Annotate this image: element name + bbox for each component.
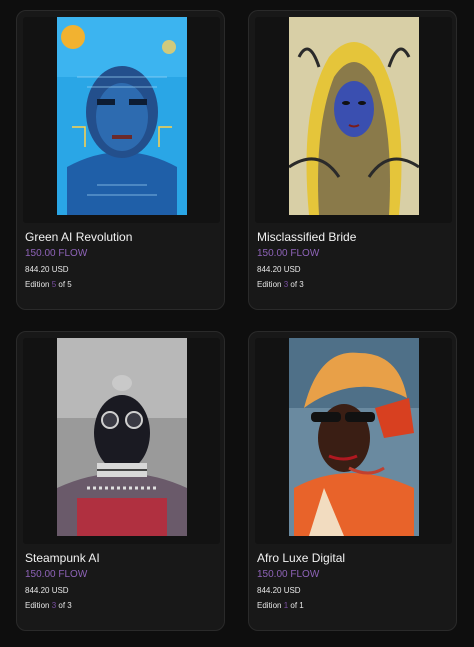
edition-total: of 1 bbox=[290, 601, 304, 610]
artwork-frame[interactable] bbox=[23, 17, 220, 223]
artwork-image bbox=[289, 338, 419, 536]
edition-total: of 3 bbox=[58, 601, 72, 610]
nft-price-flow: 150.00 FLOW bbox=[257, 248, 320, 259]
edition-number: 5 bbox=[51, 280, 57, 289]
edition-number: 1 bbox=[283, 601, 289, 610]
nft-price-flow: 150.00 FLOW bbox=[257, 569, 320, 580]
nft-card[interactable]: Steampunk AI 150.00 FLOW 844.20 USD Edit… bbox=[16, 331, 225, 631]
nft-title[interactable]: Green AI Revolution bbox=[25, 230, 132, 244]
artwork-frame[interactable] bbox=[255, 338, 452, 544]
nft-price-usd: 844.20 USD bbox=[25, 586, 69, 595]
nft-edition: Edition 5 of 5 bbox=[25, 280, 72, 289]
artwork-frame[interactable] bbox=[23, 338, 220, 544]
artwork-image bbox=[289, 17, 419, 215]
artwork-image bbox=[57, 17, 187, 215]
nft-edition: Edition 1 of 1 bbox=[257, 601, 304, 610]
nft-card[interactable]: Afro Luxe Digital 150.00 FLOW 844.20 USD… bbox=[248, 331, 457, 631]
edition-label: Edition bbox=[25, 280, 50, 289]
nft-card[interactable]: Green AI Revolution 150.00 FLOW 844.20 U… bbox=[16, 10, 225, 310]
edition-total: of 5 bbox=[58, 280, 72, 289]
nft-title[interactable]: Afro Luxe Digital bbox=[257, 551, 345, 565]
edition-label: Edition bbox=[25, 601, 50, 610]
nft-price-usd: 844.20 USD bbox=[257, 265, 301, 274]
nft-card[interactable]: Misclassified Bride 150.00 FLOW 844.20 U… bbox=[248, 10, 457, 310]
nft-price-flow: 150.00 FLOW bbox=[25, 248, 88, 259]
nft-title[interactable]: Steampunk AI bbox=[25, 551, 100, 565]
nft-price-usd: 844.20 USD bbox=[257, 586, 301, 595]
edition-number: 3 bbox=[283, 280, 289, 289]
nft-price-usd: 844.20 USD bbox=[25, 265, 69, 274]
edition-label: Edition bbox=[257, 280, 282, 289]
edition-total: of 3 bbox=[290, 280, 304, 289]
nft-title[interactable]: Misclassified Bride bbox=[257, 230, 356, 244]
nft-price-flow: 150.00 FLOW bbox=[25, 569, 88, 580]
artwork-frame[interactable] bbox=[255, 17, 452, 223]
edition-label: Edition bbox=[257, 601, 282, 610]
nft-edition: Edition 3 of 3 bbox=[25, 601, 72, 610]
edition-number: 3 bbox=[51, 601, 57, 610]
artwork-image bbox=[57, 338, 187, 536]
nft-edition: Edition 3 of 3 bbox=[257, 280, 304, 289]
